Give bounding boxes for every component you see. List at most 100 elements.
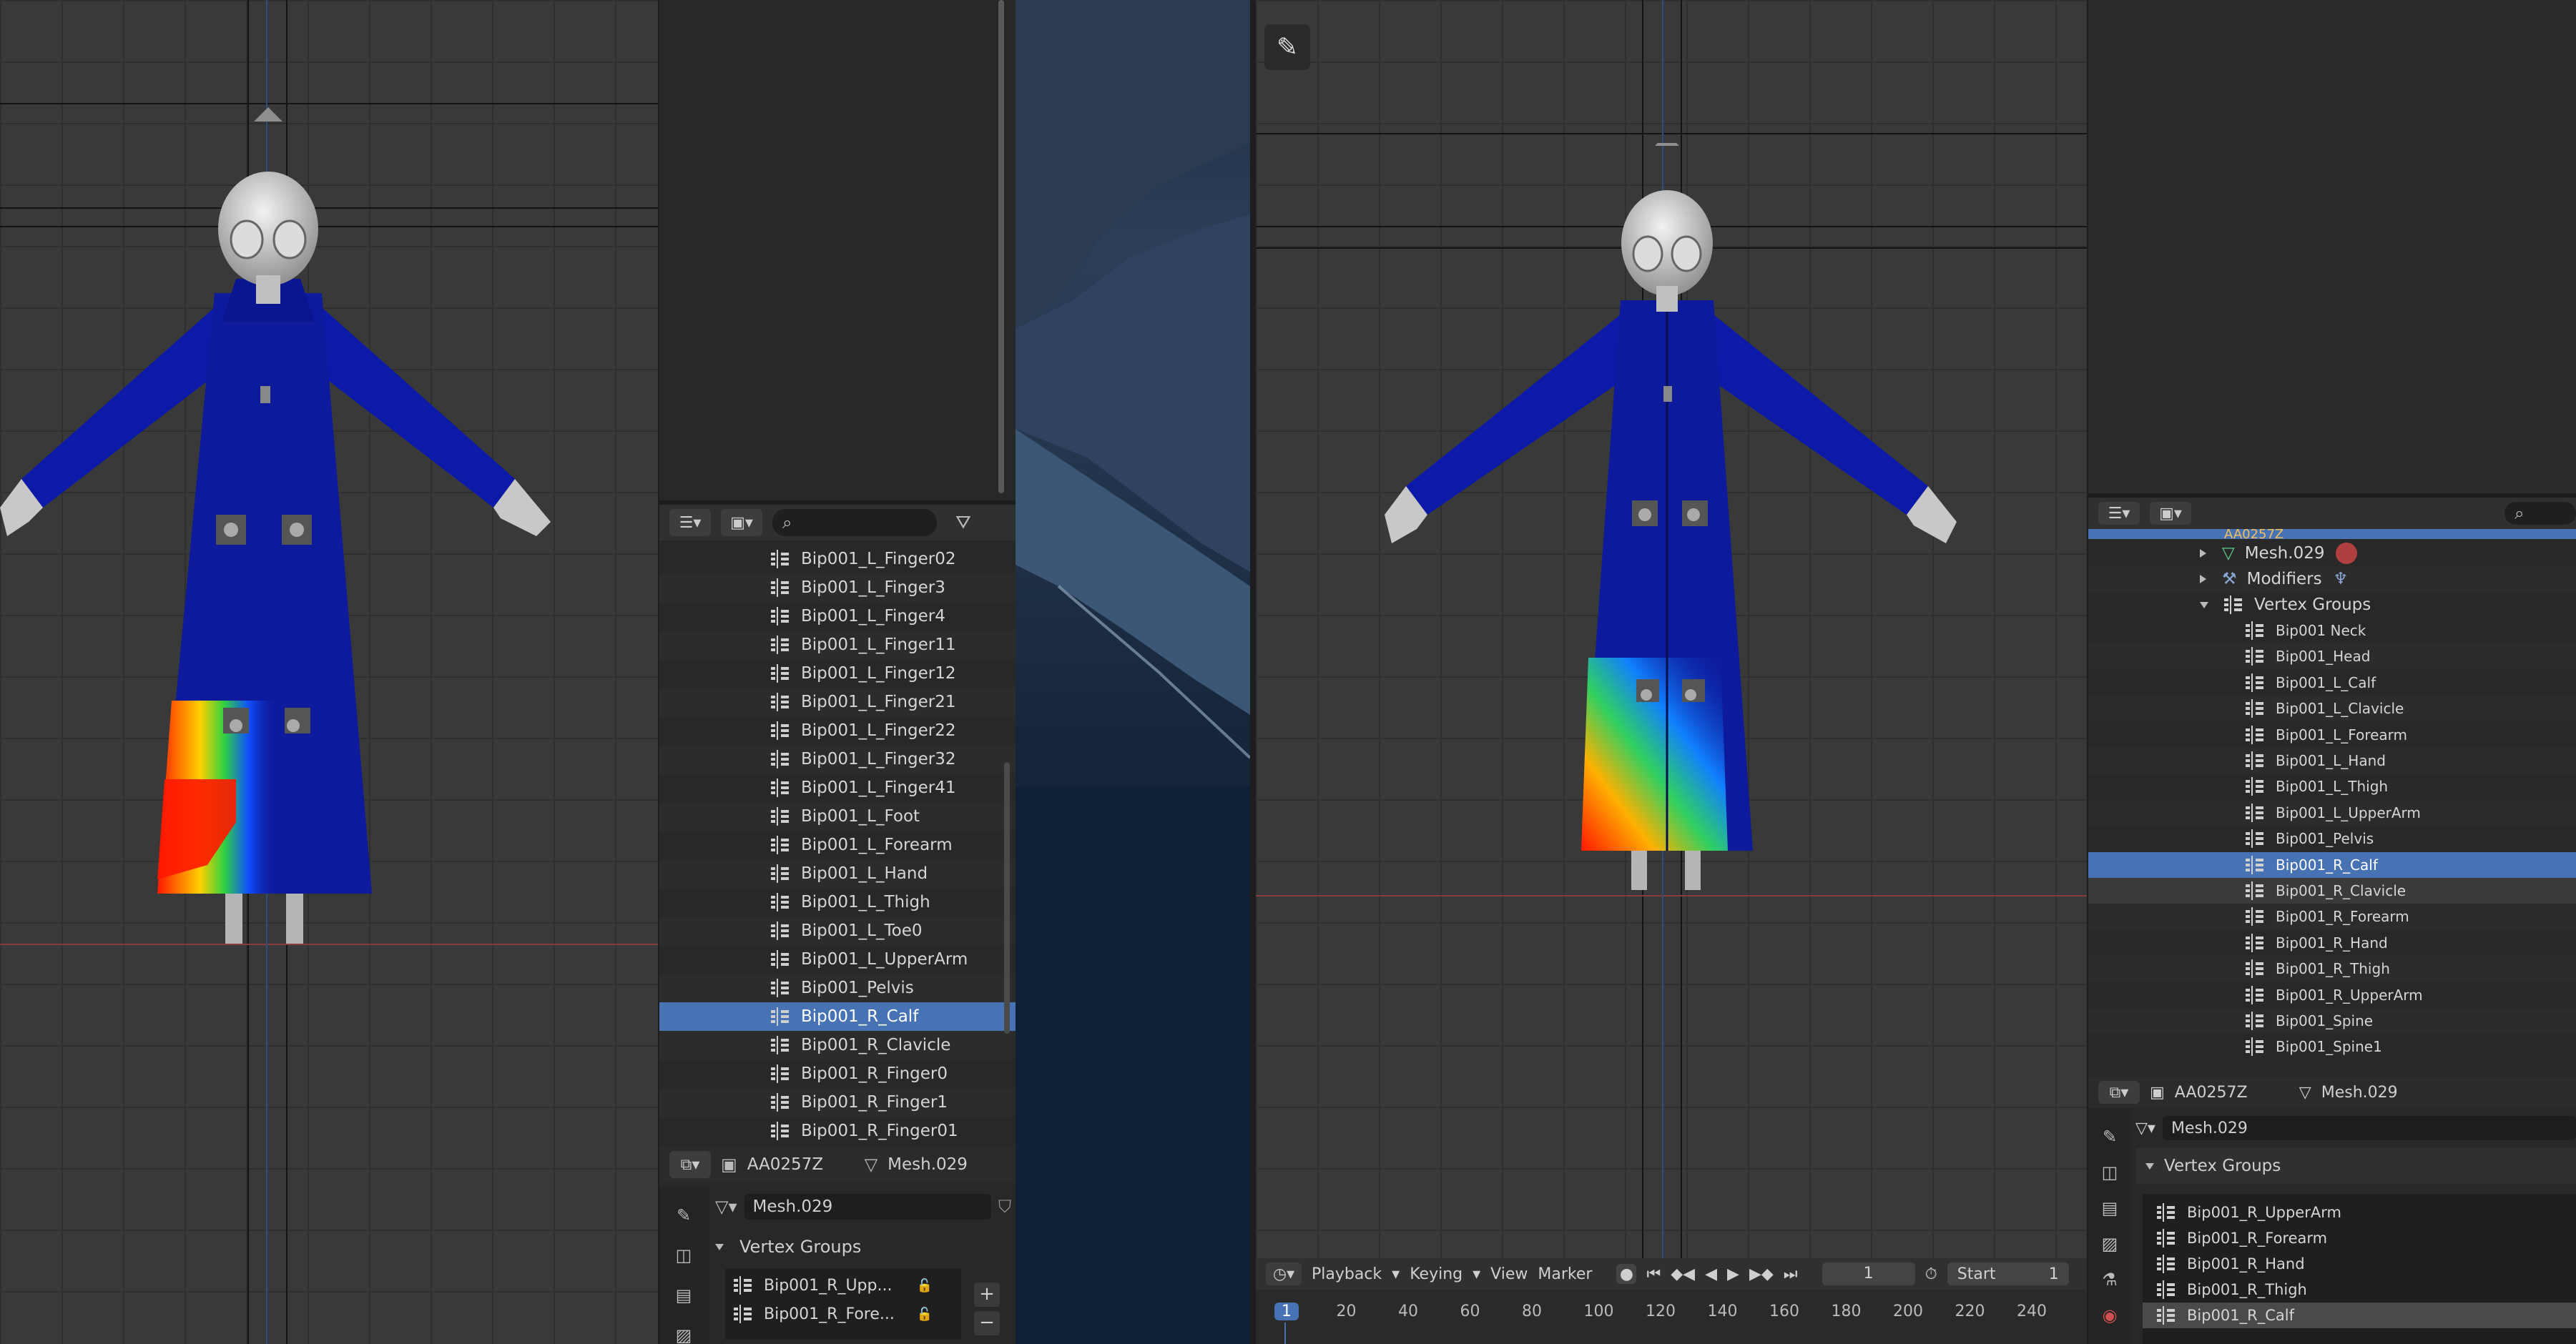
view-menu[interactable]: View <box>1490 1265 1528 1283</box>
outliner-item[interactable]: Bip001_L_Finger12 <box>659 659 1016 688</box>
lock-icon[interactable]: 🔓 <box>917 1278 933 1293</box>
scene-icon[interactable]: ⚗ <box>2095 1265 2124 1294</box>
vertex-group-item[interactable]: Bip001_R_Fore... 🔓 <box>725 1300 961 1328</box>
outliner-item[interactable]: Bip001_L_UpperArm <box>2088 799 2576 826</box>
prev-keyframe-icon[interactable]: ◆◀ <box>1671 1265 1695 1283</box>
vertex-group-item[interactable]: Bip001_R_Forearm <box>2143 1225 2576 1251</box>
left-viewport[interactable] <box>0 0 658 1344</box>
remove-group-button[interactable]: − <box>974 1311 1000 1335</box>
mesh-data-icon[interactable]: ▽▾ <box>715 1197 737 1217</box>
lock-icon[interactable]: 🔓 <box>917 1307 933 1322</box>
outliner-item[interactable]: Bip001_L_Finger3 <box>659 573 1016 602</box>
playhead-line[interactable] <box>1284 1323 1286 1344</box>
annotate-tool-button[interactable]: ✎ <box>1264 24 1310 70</box>
outliner-item[interactable]: Bip001_L_Forearm <box>2088 722 2576 748</box>
editor-type-dropdown[interactable]: ◷▾ <box>1266 1263 1302 1285</box>
outliner-item[interactable]: Bip001_Pelvis <box>659 974 1016 1002</box>
vertex-group-item[interactable]: Bip001_R_Calf <box>2143 1303 2576 1328</box>
outliner-item[interactable]: Bip001_R_Finger1 <box>659 1088 1016 1117</box>
current-frame-field[interactable]: 1 <box>1822 1263 1915 1285</box>
jump-start-icon[interactable]: ⏮ <box>1646 1265 1661 1283</box>
outliner-item[interactable]: Bip001_Spine <box>2088 1008 2576 1034</box>
outliner-item-mesh[interactable]: ▽ Mesh.029 <box>2088 540 2576 566</box>
expand-arrow-icon[interactable] <box>2200 549 2206 558</box>
vertex-group-item[interactable]: Bip001_R_UpperArm <box>2143 1200 2576 1225</box>
outliner-item[interactable]: Bip001_L_Thigh <box>2088 774 2576 799</box>
vertex-group-item[interactable]: Bip001_R_Hand <box>2143 1251 2576 1277</box>
world-icon[interactable]: ◉ <box>2095 1301 2124 1330</box>
view-layer-icon[interactable]: ▨ <box>2095 1230 2124 1258</box>
outliner-item[interactable]: Bip001_Head <box>2088 643 2576 670</box>
character-model-left[interactable] <box>0 107 658 951</box>
outliner-item[interactable]: Bip001_R_Forearm <box>2088 904 2576 930</box>
search-input[interactable]: ⌕ <box>772 509 937 536</box>
outliner-item[interactable]: Bip001_L_Forearm <box>659 831 1016 859</box>
play-icon[interactable]: ▶ <box>1727 1265 1739 1283</box>
scrollbar[interactable] <box>998 0 1004 493</box>
outliner-item[interactable]: Bip001_L_Finger11 <box>659 631 1016 659</box>
outliner-item[interactable]: Bip001_R_Hand <box>2088 930 2576 956</box>
display-mode-dropdown[interactable]: ▣▾ <box>721 509 762 536</box>
right-viewport[interactable]: ✎ <box>1256 0 2087 1258</box>
vertex-group-item[interactable]: Bip001_R_Upp... 🔓 <box>725 1271 961 1300</box>
outliner-item[interactable]: Bip001_Pelvis <box>2088 826 2576 851</box>
outliner-item[interactable]: Bip001_L_Hand <box>2088 748 2576 774</box>
outliner-item[interactable]: Bip001_R_Calf <box>659 1002 1016 1031</box>
filter-icon[interactable]: ⛛ <box>955 512 971 534</box>
mesh-name[interactable]: Mesh.029 <box>2321 1084 2398 1102</box>
outliner-item[interactable]: Bip001_R_Finger0 <box>659 1059 1016 1088</box>
outliner-item[interactable]: Bip001_L_Finger21 <box>659 688 1016 716</box>
vertex-group-item[interactable]: Bip001_R_Thigh <box>2143 1277 2576 1303</box>
outliner-item[interactable]: Bip001_L_Finger41 <box>659 774 1016 802</box>
display-mode-dropdown[interactable]: ▣▾ <box>2150 502 2191 525</box>
mesh-data-icon[interactable]: ▽▾ <box>2135 1120 2155 1137</box>
outliner-item[interactable]: Bip001_R_Thigh <box>2088 956 2576 982</box>
outliner-item[interactable]: Bip001_R_Finger01 <box>659 1117 1016 1145</box>
next-keyframe-icon[interactable]: ▶◆ <box>1749 1265 1774 1283</box>
outliner-item[interactable]: Bip001_L_Finger02 <box>659 545 1016 573</box>
search-input[interactable]: ⌕ <box>2504 502 2576 525</box>
editor-type-dropdown[interactable]: ⧉▾ <box>2098 1081 2140 1104</box>
render-icon[interactable]: ◫ <box>669 1241 698 1270</box>
jump-end-icon[interactable]: ⏭ <box>1784 1265 1798 1283</box>
object-name[interactable]: AA0257Z <box>747 1155 855 1174</box>
tool-icon[interactable]: ✎ <box>669 1201 698 1230</box>
add-group-button[interactable]: + <box>974 1283 1000 1307</box>
outliner-item[interactable]: Bip001_L_Toe0 <box>659 916 1016 945</box>
outliner-item[interactable]: Bip001_R_Calf <box>2088 851 2576 878</box>
expand-arrow-icon[interactable] <box>2200 575 2206 583</box>
outliner-item[interactable]: Bip001_L_Calf <box>2088 670 2576 696</box>
outliner-item[interactable]: Bip001_L_Clavicle <box>2088 696 2576 722</box>
mesh-data-field[interactable]: Mesh.029 <box>2162 1116 2576 1140</box>
outliner-item[interactable]: Bip001_R_Clavicle <box>659 1031 1016 1059</box>
character-model-right[interactable] <box>1385 143 1957 901</box>
outliner-item[interactable]: Bip001_L_Foot <box>659 802 1016 831</box>
collapse-arrow-icon[interactable] <box>715 1243 724 1250</box>
section-vertex-groups[interactable]: Vertex Groups <box>2164 1157 2281 1175</box>
start-frame-field[interactable]: Start 1 <box>1947 1263 2069 1285</box>
outliner-item[interactable]: Bip001_R_Clavicle <box>2088 878 2576 904</box>
editor-type-dropdown[interactable]: ⧉▾ <box>669 1151 711 1178</box>
outliner-item[interactable]: Bip001_L_Finger4 <box>659 602 1016 631</box>
outliner-item-vertex-groups[interactable]: Vertex Groups <box>2088 592 2576 618</box>
outliner-item[interactable]: Bip001_Spine1 <box>2088 1034 2576 1059</box>
object-name[interactable]: AA0257Z <box>2175 1084 2289 1102</box>
outliner-item[interactable]: Bip001_L_Thigh <box>659 888 1016 916</box>
editor-type-dropdown[interactable]: ☰▾ <box>669 509 711 536</box>
outliner-item-modifiers[interactable]: ⚒ Modifiers ♆ <box>2088 566 2576 592</box>
output-icon[interactable]: ▤ <box>2095 1194 2124 1222</box>
collapse-arrow-icon[interactable] <box>2200 601 2208 608</box>
outliner-item[interactable]: Bip001_L_Finger22 <box>659 716 1016 745</box>
section-vertex-groups[interactable]: Vertex Groups <box>739 1237 861 1257</box>
stopwatch-icon[interactable]: ⏱ <box>1925 1265 1937 1283</box>
outliner-item[interactable]: Bip001 Neck <box>2088 618 2576 643</box>
editor-type-dropdown[interactable]: ☰▾ <box>2098 502 2140 525</box>
outliner-item[interactable]: Bip001_L_Finger32 <box>659 745 1016 774</box>
collapse-arrow-icon[interactable] <box>2145 1162 2154 1170</box>
marker-menu[interactable]: Marker <box>1538 1265 1592 1283</box>
render-icon[interactable]: ◫ <box>2095 1158 2124 1187</box>
tool-icon[interactable]: ✎ <box>2095 1122 2124 1151</box>
record-icon[interactable]: ● <box>1616 1264 1637 1284</box>
fake-user-shield-icon[interactable]: ⛉ <box>998 1197 1011 1217</box>
keying-menu[interactable]: Keying <box>1410 1265 1462 1283</box>
